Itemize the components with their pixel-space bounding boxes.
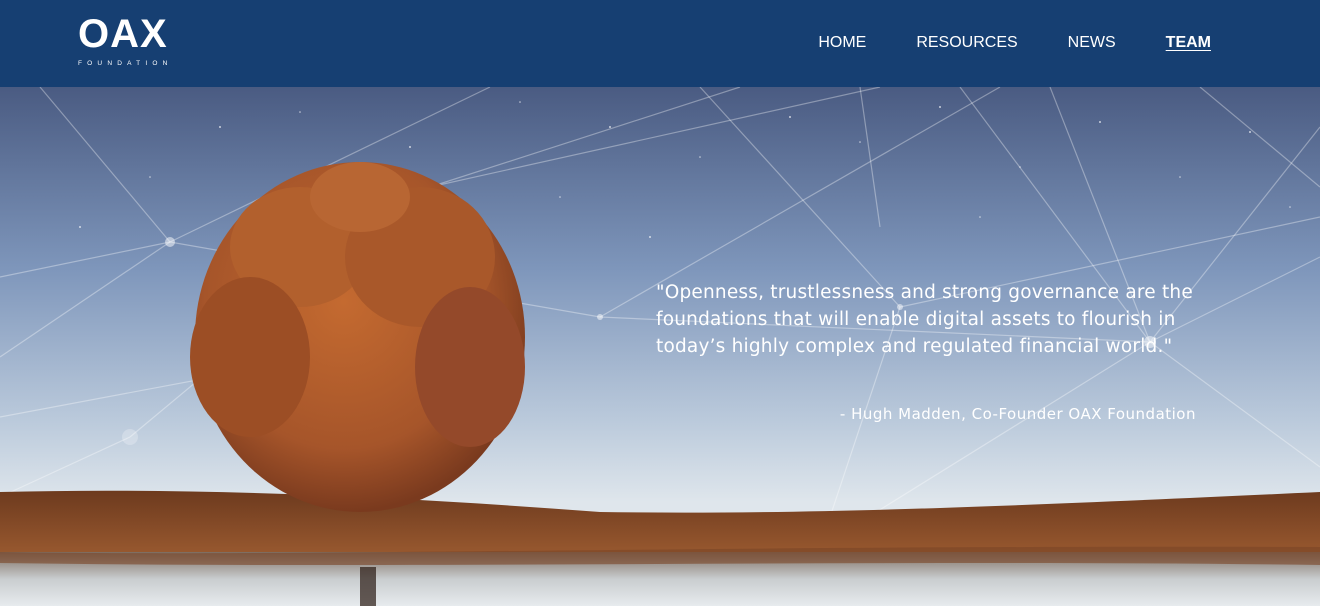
site-header: OAX FOUNDATION HOME RESOURCES NEWS TEAM <box>0 0 1320 87</box>
nav-home[interactable]: HOME <box>818 34 866 52</box>
nav-team[interactable]: TEAM <box>1166 34 1211 52</box>
logo-wordmark: OAX <box>78 12 168 56</box>
quote-attribution: - Hugh Madden, Co-Founder OAX Foundation <box>839 405 1196 423</box>
hero-quote: "Openness, trustlessness and strong gove… <box>656 282 1193 357</box>
nav-resources[interactable]: RESOURCES <box>916 34 1017 52</box>
main-nav: HOME RESOURCES NEWS TEAM <box>768 34 1211 52</box>
hero-banner: "Openness, trustlessness and strong gove… <box>0 87 1320 606</box>
oax-foundation-logo[interactable]: OAX FOUNDATION <box>78 12 190 70</box>
logo-subtext: FOUNDATION <box>78 60 173 67</box>
nav-news[interactable]: NEWS <box>1068 34 1116 52</box>
